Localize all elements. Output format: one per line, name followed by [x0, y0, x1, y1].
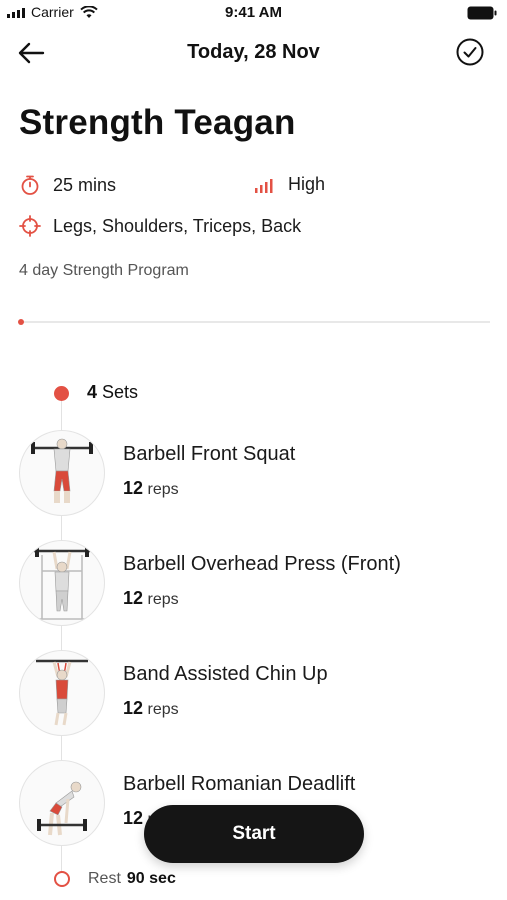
exercise-reps: 12 reps — [123, 478, 179, 499]
muscles-value: Legs, Shoulders, Triceps, Back — [53, 215, 302, 236]
exercise-item[interactable]: Barbell Overhead Press (Front) 12 reps — [19, 540, 489, 630]
duration-value: 25 mins — [53, 174, 117, 195]
exercise-name: Barbell Front Squat — [123, 443, 296, 465]
sets-dot — [54, 386, 69, 401]
exercise-thumbnail — [19, 540, 105, 626]
exercise-reps: 12 reps — [123, 698, 179, 719]
rest-label: Rest — [88, 870, 121, 887]
reps-count: 12 — [123, 698, 144, 718]
exercise-item[interactable]: Band Assisted Chin Up 12 reps — [19, 650, 489, 740]
progress-track — [20, 321, 490, 323]
exercise-name: Barbell Overhead Press (Front) — [123, 553, 401, 575]
intensity-row: High — [254, 174, 325, 195]
exercise-name: Barbell Romanian Deadlift — [123, 773, 356, 795]
sets-count: 4 — [87, 382, 98, 402]
stopwatch-icon — [21, 175, 39, 195]
duration-row: 25 mins — [19, 174, 116, 196]
target-icon — [19, 215, 41, 237]
rest-row: Rest 90 sec — [88, 870, 176, 888]
exercise-thumbnail — [19, 650, 105, 736]
exercise-item[interactable]: Barbell Front Squat 12 reps — [19, 430, 489, 520]
intensity-value: High — [288, 174, 326, 194]
check-circle-icon[interactable] — [455, 37, 485, 67]
reps-count: 12 — [123, 478, 144, 498]
exercise-name: Band Assisted Chin Up — [123, 663, 328, 685]
nav-bar: Today, 28 Nov — [0, 30, 507, 74]
reps-unit: reps — [147, 481, 179, 498]
status-bar: Carrier 9:41 AM — [0, 0, 507, 26]
sets-text: Sets — [102, 382, 139, 402]
exercise-thumbnail — [19, 760, 105, 846]
status-time: 9:41 AM — [225, 4, 282, 21]
page-title: Today, 28 Nov — [187, 41, 320, 63]
reps-count: 12 — [123, 588, 144, 608]
workout-title: Strength Teagan — [19, 103, 296, 142]
reps-unit: reps — [147, 591, 179, 608]
rest-indicator — [54, 871, 70, 887]
exercise-thumbnail — [19, 430, 105, 516]
exercise-reps: 12 reps — [123, 588, 179, 609]
progress-indicator — [18, 319, 24, 325]
start-button[interactable]: Start — [144, 805, 364, 863]
muscles-row: Legs, Shoulders, Triceps, Back — [19, 215, 301, 237]
reps-unit: reps — [147, 701, 179, 718]
battery-icon — [467, 6, 497, 20]
program-name: 4 day Strength Program — [19, 262, 189, 279]
intensity-bars-icon — [255, 178, 273, 193]
rest-value: 90 sec — [126, 870, 176, 887]
sets-label: 4 Sets — [87, 382, 138, 403]
reps-count: 12 — [123, 808, 144, 828]
